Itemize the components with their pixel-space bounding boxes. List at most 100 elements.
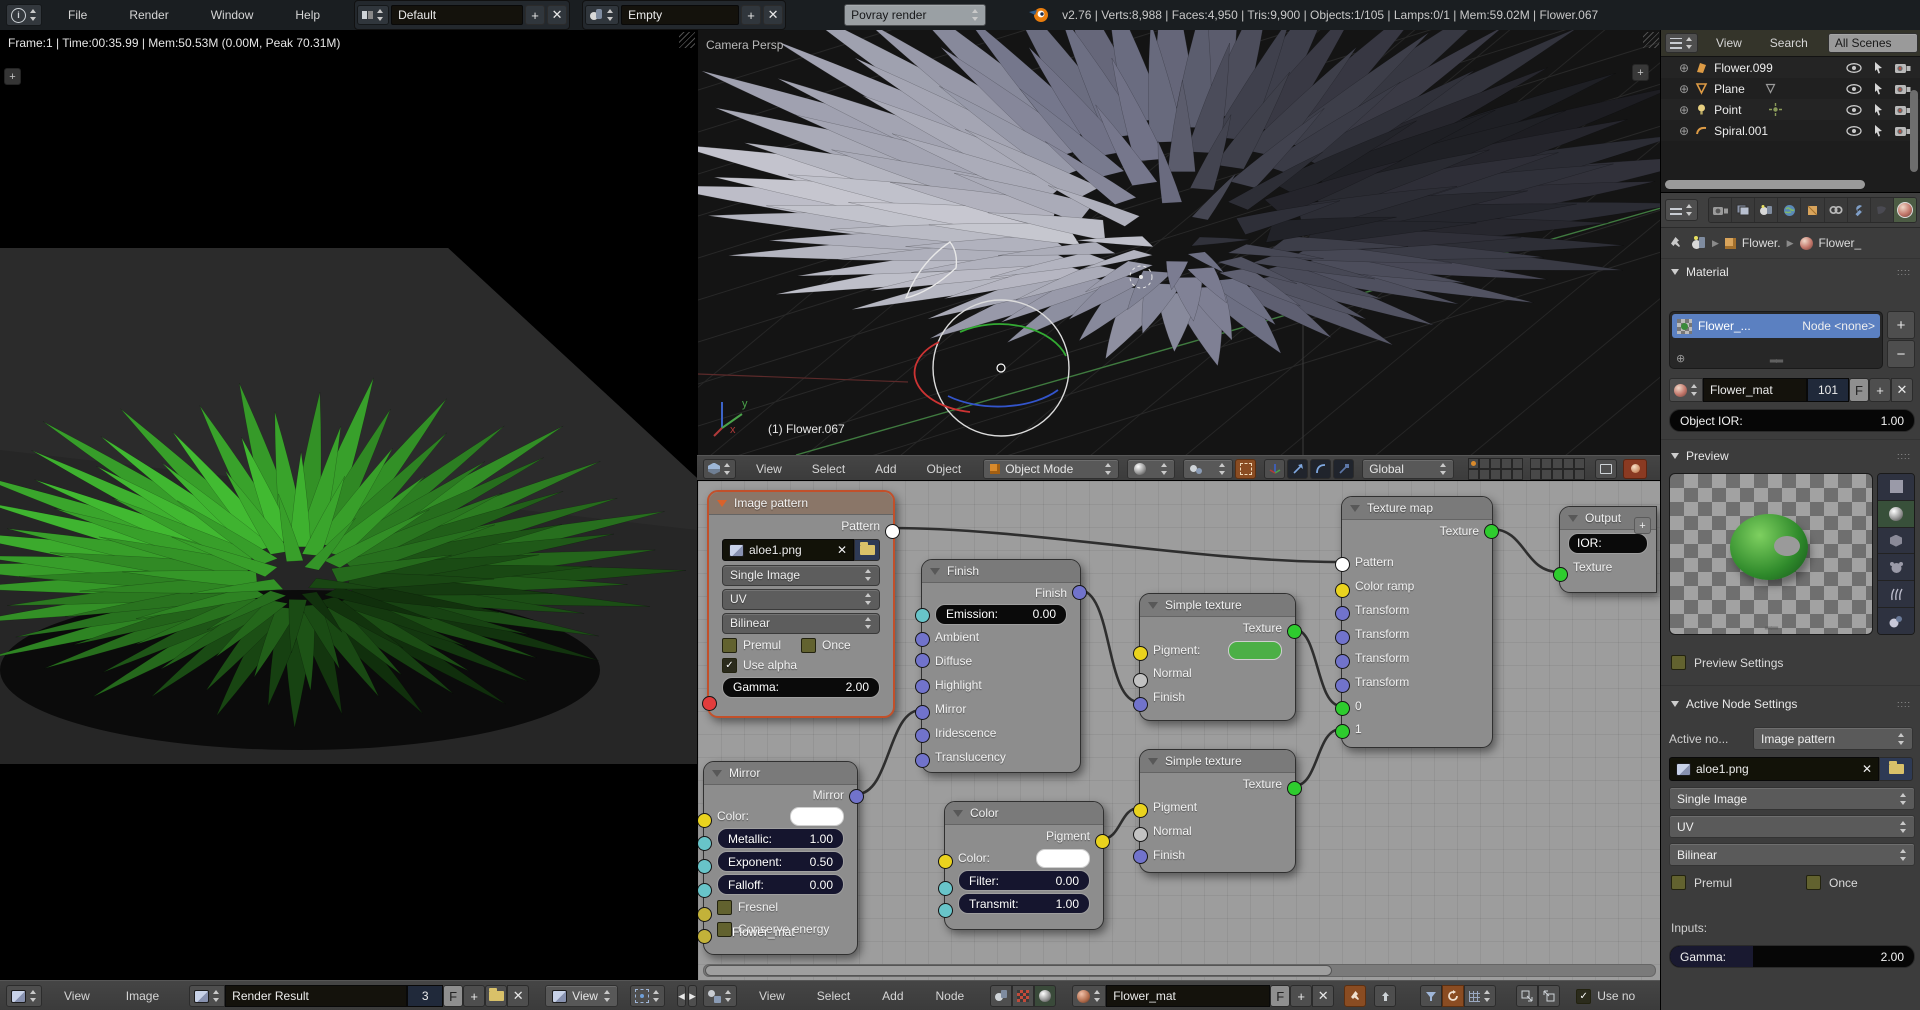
- renderability-camera-icon[interactable]: [1894, 125, 1911, 137]
- socket-color-input[interactable]: [697, 813, 712, 828]
- tab-material[interactable]: [1894, 198, 1916, 222]
- menu-view[interactable]: View: [750, 462, 788, 476]
- socket-texture-output[interactable]: [1287, 781, 1302, 796]
- unlink-material-button[interactable]: ✕: [1891, 378, 1913, 402]
- node-header[interactable]: Simple texture: [1140, 594, 1295, 617]
- node-image-pattern[interactable]: Image pattern Pattern aloe1.png✕ Single …: [707, 490, 895, 718]
- region-expand-button[interactable]: +: [1632, 64, 1649, 81]
- preview-settings-row[interactable]: Preview Settings: [1671, 655, 1783, 670]
- menu-view[interactable]: View: [1710, 36, 1748, 50]
- socket-pattern-input[interactable]: [1335, 557, 1350, 572]
- socket-gamma-input[interactable]: [702, 696, 717, 711]
- socket-fresnel-input[interactable]: [697, 907, 712, 922]
- image-name-field[interactable]: Render Result: [225, 985, 407, 1007]
- editor-type-3dview-button[interactable]: [703, 459, 736, 479]
- menu-add[interactable]: Add: [876, 989, 909, 1003]
- tab-render-layers[interactable]: [1732, 198, 1755, 222]
- socket-filter-input[interactable]: [938, 881, 953, 896]
- outliner-vscrollbar[interactable]: [1910, 90, 1918, 172]
- socket-mirror-input[interactable]: [915, 705, 930, 720]
- socket-pattern-output[interactable]: [885, 524, 900, 539]
- panel-material-header[interactable]: Material::::: [1661, 259, 1920, 285]
- collapse-triangle-icon[interactable]: [1568, 515, 1578, 522]
- fake-user-button[interactable]: F: [443, 985, 463, 1007]
- socket-normal-input[interactable]: [1133, 827, 1148, 842]
- screen-layout-selector[interactable]: [357, 5, 389, 25]
- renderability-camera-icon[interactable]: [1894, 83, 1911, 95]
- socket-finish-input[interactable]: [1133, 697, 1148, 712]
- tab-render[interactable]: [1709, 198, 1732, 222]
- outliner-row-flower[interactable]: ⊕ Flower.099: [1661, 57, 1920, 78]
- scale-manipulator-button[interactable]: [1333, 459, 1354, 479]
- pivot-select[interactable]: [630, 985, 665, 1007]
- image-browse-button[interactable]: [189, 985, 225, 1007]
- socket-emission-input[interactable]: [915, 608, 930, 623]
- node-mirror[interactable]: Mirror Mirror Color: Metallic:1.00 Expon…: [703, 761, 858, 955]
- socket-color-input[interactable]: [938, 854, 953, 869]
- fake-user-button[interactable]: F: [1270, 985, 1290, 1007]
- collapse-triangle-icon[interactable]: [717, 500, 727, 507]
- new-material-button[interactable]: +: [1290, 985, 1312, 1007]
- add-override-icon[interactable]: ⊕: [1676, 352, 1685, 365]
- scrollbar-thumb[interactable]: [705, 965, 1332, 976]
- socket-transform-input[interactable]: [1335, 606, 1350, 621]
- mode-select[interactable]: Object Mode: [983, 459, 1119, 479]
- socket-falloff-input[interactable]: [697, 883, 712, 898]
- node-header[interactable]: Image pattern: [709, 492, 893, 515]
- node-header[interactable]: Finish: [922, 560, 1080, 583]
- panel-collapse-icon[interactable]: [1671, 269, 1679, 275]
- tab-object[interactable]: [1801, 198, 1824, 222]
- add-scene-button[interactable]: +: [741, 5, 761, 25]
- screen-layout-name[interactable]: Default: [391, 5, 523, 25]
- preview-settings-checkbox[interactable]: [1671, 655, 1686, 670]
- expand-icon[interactable]: ⊕: [1679, 103, 1689, 117]
- unlink-material-button[interactable]: ✕: [1312, 985, 1334, 1007]
- visibility-eye-icon[interactable]: [1846, 104, 1863, 116]
- socket-mirror-output[interactable]: [849, 789, 864, 804]
- socket-texture0-input[interactable]: [1335, 701, 1350, 716]
- pivot-point-select[interactable]: [1183, 459, 1233, 479]
- socket-metallic-input[interactable]: [697, 836, 712, 851]
- panel-grip[interactable]: ══: [1765, 623, 1777, 634]
- display-mode-select[interactable]: All Scenes: [1828, 33, 1918, 53]
- preview-world-sphere-button[interactable]: [1878, 608, 1914, 634]
- material-browse-button[interactable]: [1072, 985, 1106, 1007]
- exponent-slider[interactable]: Exponent:0.50: [717, 851, 844, 872]
- tab-scene[interactable]: [1755, 198, 1778, 222]
- region-expand-button[interactable]: +: [4, 68, 21, 85]
- node-simple-texture-1[interactable]: Simple texture Texture Pigment: Normal F…: [1139, 593, 1296, 721]
- once-checkbox[interactable]: [801, 638, 816, 653]
- new-material-button[interactable]: +: [1869, 378, 1891, 402]
- panel-drag-dots[interactable]: ::::: [1897, 267, 1911, 277]
- editor-type-outliner-button[interactable]: [1665, 33, 1698, 53]
- socket-normal-input[interactable]: [1133, 673, 1148, 688]
- collapse-triangle-icon[interactable]: [1148, 602, 1158, 609]
- renderability-camera-icon[interactable]: [1894, 104, 1911, 116]
- material-breadcrumb-label[interactable]: Flower_: [1819, 236, 1862, 250]
- scene-breadcrumb-icon[interactable]: [1692, 237, 1706, 250]
- image-name-field[interactable]: aloe1.png✕: [1669, 757, 1879, 781]
- editor-type-properties-button[interactable]: [1665, 199, 1698, 221]
- layers-widget-2[interactable]: [1530, 458, 1585, 480]
- scene-selector[interactable]: [585, 5, 619, 25]
- render-engine-select[interactable]: Povray render: [844, 4, 986, 26]
- object-ior-field[interactable]: Object IOR:1.00: [1669, 409, 1915, 432]
- selectability-cursor-icon[interactable]: [1871, 61, 1886, 74]
- renderability-camera-icon[interactable]: [1894, 62, 1911, 74]
- node-texture-map[interactable]: Texture map Texture Pattern Color ramp T…: [1341, 496, 1493, 748]
- socket-pigment-output[interactable]: [1095, 834, 1110, 849]
- lock-to-scene-button[interactable]: [1595, 459, 1617, 479]
- new-image-button[interactable]: +: [463, 985, 485, 1007]
- premul-checkbox[interactable]: [1671, 875, 1686, 890]
- material-name-field[interactable]: Flower_mat: [1703, 378, 1807, 402]
- scene-name[interactable]: Empty: [621, 5, 739, 25]
- falloff-slider[interactable]: Falloff:0.00: [717, 874, 844, 895]
- prev-frame-button[interactable]: ◂: [677, 985, 686, 1007]
- filter-select[interactable]: Bilinear: [1669, 843, 1915, 866]
- filter-slider[interactable]: Filter:0.00: [958, 870, 1090, 891]
- material-browse-button[interactable]: [1669, 378, 1703, 402]
- material-nodes-toggle[interactable]: [990, 985, 1012, 1007]
- collapse-triangle-icon[interactable]: [1350, 505, 1360, 512]
- socket-conserve-input[interactable]: [697, 929, 712, 944]
- expand-icon[interactable]: ⊕: [1679, 124, 1689, 138]
